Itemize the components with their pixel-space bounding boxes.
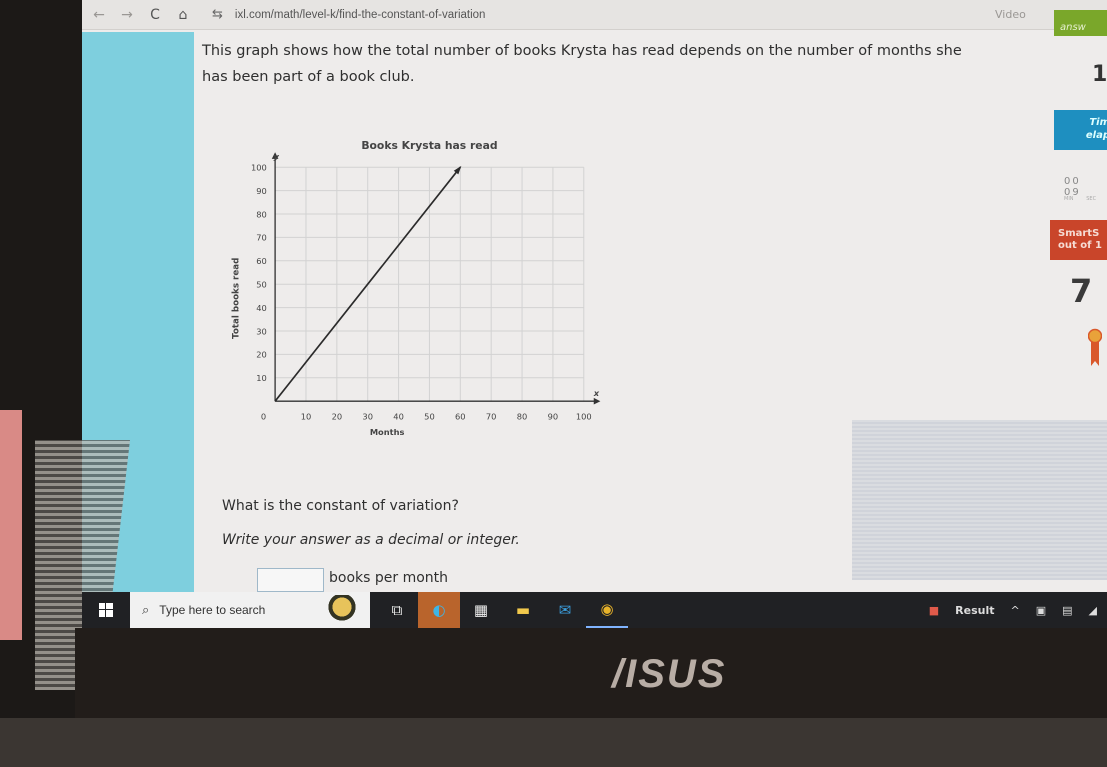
x-tick-label: 60 <box>455 411 466 421</box>
y-axis-title: Total books read <box>232 258 242 339</box>
timer-sec-unit: SEC <box>1086 196 1097 202</box>
smartscore-value: 7 <box>1070 272 1093 310</box>
chart-ticks: 10 20 30 40 50 60 70 80 90 100 10 20 30 40 50 60 70 80 90 1… <box>251 152 601 421</box>
task-view-icon[interactable]: ⧉ <box>376 592 418 628</box>
timer: 00 09 <box>1064 176 1107 198</box>
x-tick-label: 10 <box>301 411 312 421</box>
video-link[interactable]: Video <box>995 8 1026 21</box>
store-icon[interactable]: ▦ <box>460 592 502 628</box>
y-tick-label: 70 <box>256 233 267 243</box>
y-tick-label: 90 <box>256 186 267 196</box>
y-tick-label: 20 <box>256 350 267 360</box>
asus-logo: /ISUS <box>612 652 727 696</box>
chrome-icon[interactable]: ◉ <box>586 592 628 628</box>
laptop-keyboard-edge <box>0 718 1107 767</box>
question-text: What is the constant of variation? <box>222 498 459 514</box>
site-settings-icon[interactable]: ⇆ <box>212 7 223 22</box>
books-chart: Books Krysta has read 10 20 30 40 50 60 70 80 90… <box>232 139 601 437</box>
time-label-line2: elap <box>1085 130 1107 141</box>
volume-icon[interactable]: ◢ <box>1089 604 1097 617</box>
time-label-line1: Tim <box>1089 117 1107 128</box>
y-tick-label: 60 <box>256 256 267 266</box>
mail-icon[interactable]: ✉ <box>544 592 586 628</box>
x-tick-label: 90 <box>548 411 559 421</box>
screen: ← → C ⌂ ⇆ ixl.com/math/level-k/find-the-… <box>82 0 1107 628</box>
back-icon[interactable]: ← <box>88 7 110 23</box>
windows-logo-icon <box>99 603 113 617</box>
windows-taskbar: ⌕ Type here to search ⧉ ◐ ▦ ▬ ✉ ◉ ■ Resu… <box>82 592 1107 628</box>
start-button[interactable] <box>82 592 130 628</box>
taskbar-apps: ⧉ ◐ ▦ ▬ ✉ ◉ <box>376 592 628 628</box>
tray-result-label[interactable]: Result <box>955 604 994 617</box>
x-tick-label: 30 <box>362 411 373 421</box>
x-tick-label: 40 <box>393 411 404 421</box>
x-axis-arrow <box>593 397 601 405</box>
y-tick-label: 100 <box>251 163 267 173</box>
screen-glare <box>852 420 1107 580</box>
timer-min-unit: MIN <box>1064 196 1074 202</box>
search-placeholder: Type here to search <box>159 603 266 617</box>
home-icon[interactable]: ⌂ <box>172 7 194 23</box>
system-tray: ■ Result ^ ▣ ▤ ◢ <box>929 592 1107 628</box>
x-tick-label: 20 <box>332 411 343 421</box>
monitor-bezel-bottom <box>75 628 1107 728</box>
answer-button[interactable]: answ <box>1054 10 1107 36</box>
background-wall <box>0 410 22 640</box>
answer-input[interactable] <box>257 568 324 592</box>
award-ribbon-icon <box>1088 328 1102 366</box>
search-highlight-icon[interactable] <box>322 595 362 625</box>
x-tick-label: 100 <box>576 411 592 421</box>
time-elapsed-label: Tim elap <box>1054 110 1107 150</box>
timer-units: MIN SEC <box>1064 196 1096 202</box>
edge-icon[interactable]: ◐ <box>418 592 460 628</box>
x-tick-label: 50 <box>424 411 435 421</box>
instruction-text: Write your answer as a decimal or intege… <box>222 532 520 548</box>
tray-app-icon[interactable]: ▣ <box>1036 604 1046 617</box>
y-axis-symbol: y <box>273 152 279 162</box>
x-axis-symbol: x <box>593 388 600 398</box>
reload-icon[interactable]: C <box>144 7 166 23</box>
chart-title: Books Krysta has read <box>361 139 497 152</box>
search-icon: ⌕ <box>142 602 150 617</box>
x-tick-label: 80 <box>517 411 528 421</box>
timer-minutes: 00 <box>1064 176 1081 187</box>
y-tick-label: 10 <box>256 373 267 383</box>
file-explorer-icon[interactable]: ▬ <box>502 592 544 628</box>
news-icon[interactable]: ■ <box>929 604 939 617</box>
question-number: 1 <box>1092 62 1107 87</box>
forward-icon[interactable]: → <box>116 7 138 23</box>
problem-prompt: This graph shows how the total number of… <box>202 43 962 85</box>
x-tick-label: 70 <box>486 411 497 421</box>
answer-unit-label: books per month <box>329 570 449 586</box>
y-tick-label: 30 <box>256 326 267 336</box>
browser-toolbar: ← → C ⌂ ⇆ ixl.com/math/level-k/find-the-… <box>82 0 1107 30</box>
chart-grid <box>275 166 585 402</box>
origin-label: 0 <box>261 411 266 421</box>
smartscore-line1: SmartS <box>1058 228 1100 239</box>
y-tick-label: 40 <box>256 303 267 313</box>
tray-chevron-icon[interactable]: ^ <box>1011 604 1020 617</box>
x-axis-title: Months <box>370 427 405 437</box>
smartscore-label: SmartS out of 1 <box>1050 220 1107 260</box>
chart-series <box>274 165 462 402</box>
y-tick-label: 80 <box>256 209 267 219</box>
network-icon[interactable]: ▤ <box>1062 604 1072 617</box>
smartscore-line2: out of 1 <box>1058 240 1102 251</box>
y-tick-label: 50 <box>256 280 267 290</box>
address-bar[interactable]: ixl.com/math/level-k/find-the-constant-o… <box>235 9 486 21</box>
